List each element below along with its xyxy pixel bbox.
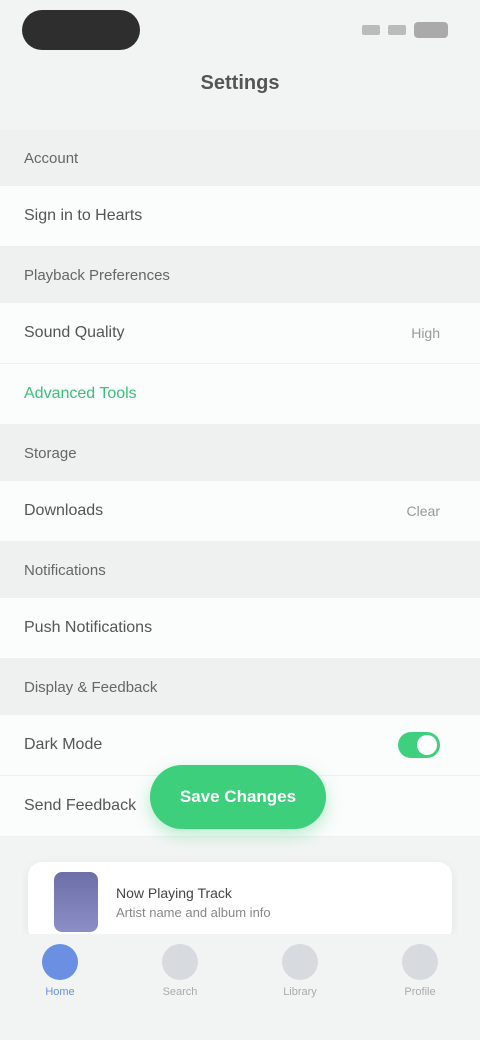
- tab-home[interactable]: Home: [42, 944, 78, 998]
- row-label: Push Notifications: [24, 619, 153, 636]
- wifi-icon: [388, 25, 406, 35]
- battery-icon: [414, 22, 448, 38]
- library-icon: [282, 944, 318, 980]
- album-art-image: [54, 872, 98, 932]
- row-value: High: [411, 325, 440, 341]
- settings-row[interactable]: Downloads Clear: [0, 481, 480, 542]
- row-label: Sign in to Hearts: [24, 207, 143, 224]
- tab-search[interactable]: Search: [162, 944, 198, 998]
- home-icon: [42, 944, 78, 980]
- tab-profile[interactable]: Profile: [402, 944, 438, 998]
- row-value: Clear: [406, 503, 440, 519]
- section-header-display: Display & Feedback: [0, 659, 480, 715]
- status-bar: [0, 0, 480, 60]
- signal-icon: [362, 25, 380, 35]
- tab-label: Library: [283, 986, 317, 998]
- page-title: Settings: [200, 72, 280, 94]
- tab-library[interactable]: Library: [282, 944, 318, 998]
- settings-list: Account Sign in to Hearts Playback Prefe…: [0, 130, 480, 837]
- status-icons: [362, 22, 448, 38]
- row-label: Dark Mode: [24, 736, 103, 753]
- section-header-notifications: Notifications: [0, 542, 480, 598]
- profile-icon: [402, 944, 438, 980]
- tab-bar: Home Search Library Profile: [0, 934, 480, 1040]
- dark-mode-toggle[interactable]: [398, 732, 440, 758]
- save-button[interactable]: Save Changes: [150, 765, 326, 829]
- section-header-playback: Playback Preferences: [0, 247, 480, 303]
- search-icon: [162, 944, 198, 980]
- dynamic-island: [22, 10, 140, 50]
- settings-row-link[interactable]: Advanced Tools: [0, 364, 480, 425]
- track-subtitle: Artist name and album info: [116, 904, 271, 920]
- tab-label: Home: [45, 986, 75, 998]
- section-header-account: Account: [0, 130, 480, 186]
- tab-label: Profile: [404, 986, 436, 998]
- row-label: Downloads: [24, 502, 104, 519]
- track-title: Now Playing Track: [116, 884, 232, 901]
- row-label: Send Feedback: [24, 797, 137, 814]
- settings-row[interactable]: Push Notifications: [0, 598, 480, 659]
- row-label: Sound Quality: [24, 324, 125, 341]
- mini-player[interactable]: Now Playing Track Artist name and album …: [28, 862, 452, 942]
- tab-label: Search: [162, 986, 198, 998]
- section-header-storage: Storage: [0, 425, 480, 481]
- row-label: Advanced Tools: [24, 385, 137, 402]
- settings-row[interactable]: Sign in to Hearts: [0, 186, 480, 247]
- settings-row[interactable]: Sound Quality High: [0, 303, 480, 364]
- mini-player-text: Now Playing Track Artist name and album …: [116, 885, 271, 920]
